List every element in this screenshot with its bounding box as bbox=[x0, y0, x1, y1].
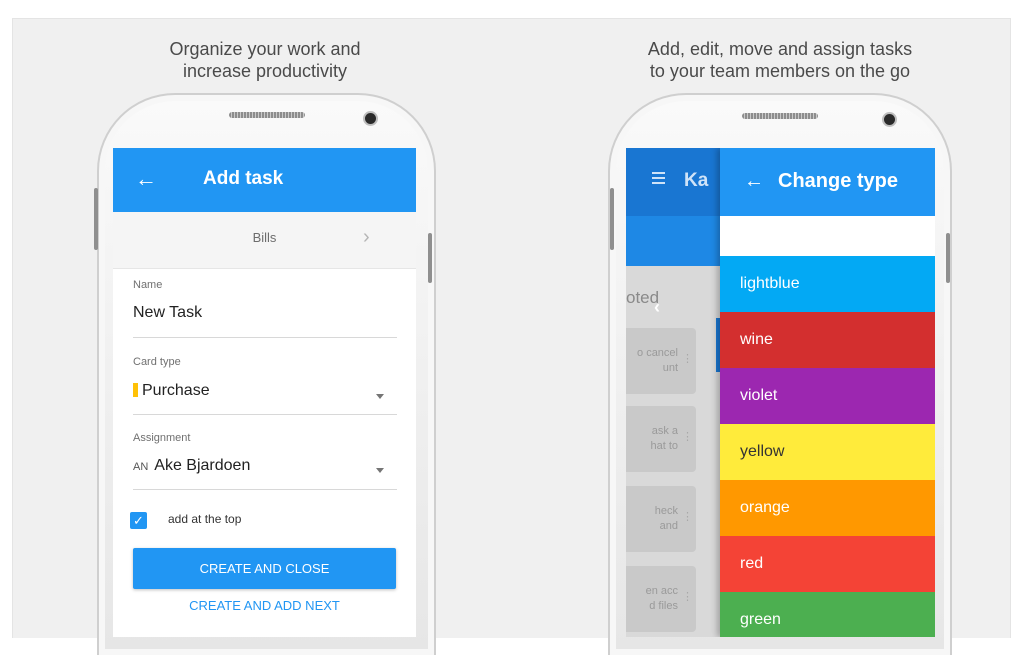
type-option[interactable] bbox=[720, 216, 935, 256]
speaker-grille bbox=[229, 112, 305, 118]
phone-side-button bbox=[946, 233, 950, 283]
chevron-right-icon: › bbox=[363, 226, 370, 248]
board-card[interactable]: ask a hat to ⋮ bbox=[626, 406, 696, 472]
more-vert-icon[interactable]: ⋮ bbox=[682, 352, 711, 367]
card-type-select[interactable]: Purchase bbox=[133, 382, 210, 400]
board-card[interactable]: o cancel unt ⋮ bbox=[626, 328, 696, 394]
column-header: oted bbox=[626, 288, 660, 307]
assignee-initials: AN bbox=[133, 461, 149, 473]
divider bbox=[133, 414, 397, 415]
add-at-top-label: add at the top bbox=[168, 512, 242, 526]
create-and-close-button[interactable]: CREATE AND CLOSE bbox=[133, 548, 396, 589]
arrow-left-icon[interactable]: ← bbox=[135, 166, 157, 192]
type-option[interactable]: orange bbox=[720, 480, 935, 536]
type-option[interactable]: wine bbox=[720, 312, 935, 368]
type-option[interactable]: green bbox=[720, 592, 935, 637]
camera-lens bbox=[884, 114, 895, 125]
type-option[interactable]: yellow bbox=[720, 424, 935, 480]
caption-right-line-1: Add, edit, move and assign tasks bbox=[647, 39, 913, 59]
divider bbox=[133, 337, 397, 338]
name-input[interactable]: New Task bbox=[133, 304, 202, 322]
add-task-screen: ← Add task Bills › Name New Task Card ty… bbox=[113, 148, 416, 637]
drawer-title: Change type bbox=[778, 170, 899, 192]
add-at-top-checkbox[interactable]: ✓ bbox=[130, 512, 147, 529]
more-vert-icon[interactable]: ⋮ bbox=[682, 430, 711, 445]
create-and-add-next-button[interactable]: CREATE AND ADD NEXT bbox=[133, 598, 396, 613]
camera-lens bbox=[365, 113, 376, 124]
phone-side-button bbox=[94, 188, 98, 250]
assignment-label: Assignment bbox=[133, 432, 191, 444]
board-screen: Ka ‹ oted o cancel unt ⋮ ask a hat to ⋮ … bbox=[626, 148, 935, 637]
name-label: Name bbox=[133, 279, 163, 291]
menu-icon[interactable] bbox=[652, 172, 665, 187]
type-option[interactable]: lightblue bbox=[720, 256, 935, 312]
speaker-grille bbox=[742, 113, 818, 119]
board-card[interactable]: heck and ⋮ bbox=[626, 486, 696, 552]
caption-left-line-1: Organize your work and bbox=[169, 39, 361, 59]
card-type-label: Card type bbox=[133, 356, 181, 368]
type-option[interactable]: red bbox=[720, 536, 935, 592]
board-name: Bills bbox=[252, 230, 277, 245]
board-title: Ka bbox=[684, 170, 709, 191]
card-type-color-swatch bbox=[133, 383, 138, 397]
app-bar: ← Add task bbox=[113, 148, 416, 212]
drawer-app-bar: ← Change type bbox=[720, 148, 935, 216]
board-selector[interactable]: Bills › bbox=[113, 212, 416, 269]
divider bbox=[133, 489, 397, 490]
assignee-name: Ake Bjardoen bbox=[154, 457, 251, 474]
arrow-left-icon[interactable]: ← bbox=[744, 170, 764, 193]
phone-side-button bbox=[610, 188, 614, 250]
screen-title: Add task bbox=[203, 168, 284, 189]
assignment-select[interactable]: AN Ake Bjardoen bbox=[133, 457, 250, 475]
more-vert-icon[interactable]: ⋮ bbox=[682, 590, 711, 605]
card-type-value: Purchase bbox=[142, 382, 210, 399]
type-option[interactable]: violet bbox=[720, 368, 935, 424]
more-vert-icon[interactable]: ⋮ bbox=[682, 510, 711, 525]
caption-left: Organize your work and increase producti… bbox=[100, 38, 430, 82]
dropdown-arrow-icon bbox=[376, 468, 384, 473]
dropdown-arrow-icon bbox=[376, 394, 384, 399]
change-type-drawer: ← Change type lightblue wine violet yellow o… bbox=[720, 148, 935, 637]
caption-right-line-2: to your team members on the go bbox=[649, 61, 911, 81]
phone-side-button bbox=[428, 233, 432, 283]
caption-left-line-2: increase productivity bbox=[182, 61, 348, 81]
board-card[interactable]: en acc d files ⋮ bbox=[626, 566, 696, 632]
caption-right: Add, edit, move and assign tasks to your… bbox=[590, 38, 970, 82]
